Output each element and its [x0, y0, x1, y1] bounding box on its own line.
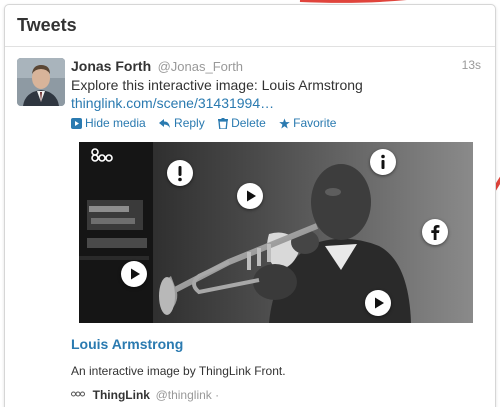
media-card: Louis Armstrong An interactive image by … [71, 335, 491, 403]
play-icon [131, 268, 140, 280]
favorite-label: Favorite [293, 116, 337, 130]
hide-media-button[interactable]: Hide media [71, 115, 146, 131]
thinglink-logo [91, 148, 113, 162]
favorite-button[interactable]: Favorite [279, 115, 336, 131]
star-icon [279, 118, 290, 129]
tweet-username[interactable]: @Jonas_Forth [158, 59, 243, 74]
tweet[interactable]: 13s Jonas Forth @Jonas_Forth Explore thi… [5, 47, 495, 131]
trash-icon [218, 118, 229, 130]
delete-button[interactable]: Delete [218, 115, 266, 131]
tweet-header: Jonas Forth @Jonas_Forth [71, 57, 483, 75]
hotspot-play-3[interactable] [365, 290, 391, 316]
tweets-panel: Tweets 13s Jonas Forth @Jonas_Forth Expl… [4, 4, 496, 407]
media-icon [71, 118, 82, 129]
tweet-text: Explore this interactive image: Louis Ar… [71, 77, 363, 93]
hide-media-label: Hide media [85, 116, 146, 130]
card-attribution: ThingLink @thinglink · [71, 387, 491, 403]
card-title[interactable]: Louis Armstrong [71, 335, 491, 353]
card-author-name[interactable]: ThingLink [93, 388, 150, 402]
media-image[interactable] [79, 142, 473, 323]
thinglink-small-logo [71, 391, 85, 397]
hotspot-alert[interactable] [167, 160, 193, 186]
reply-label: Reply [174, 116, 205, 130]
tweet-fullname[interactable]: Jonas Forth [71, 58, 151, 74]
info-icon [381, 154, 385, 169]
tweet-actions: Hide media Reply Delete Favorite [71, 115, 483, 131]
card-description: An interactive image by ThingLink Front. [71, 364, 286, 378]
tweet-timestamp[interactable]: 13s [462, 58, 481, 72]
photo-louis-armstrong [79, 142, 473, 323]
reply-button[interactable]: Reply [159, 115, 205, 131]
reply-icon [159, 119, 171, 128]
hotspot-facebook[interactable] [422, 219, 448, 245]
hotspot-info[interactable] [370, 149, 396, 175]
delete-label: Delete [231, 116, 266, 130]
alert-icon [178, 166, 182, 182]
tweet-link[interactable]: thinglink.com/scene/31431994… [71, 94, 483, 112]
panel-title: Tweets [17, 15, 77, 35]
facebook-icon [431, 225, 440, 240]
panel-header: Tweets [5, 5, 495, 47]
play-icon [375, 297, 384, 309]
play-icon [247, 190, 256, 202]
card-author-handle[interactable]: @thinglink · [156, 388, 220, 402]
hotspot-play-1[interactable] [237, 183, 263, 209]
hotspot-play-2[interactable] [121, 261, 147, 287]
avatar[interactable] [17, 58, 65, 106]
